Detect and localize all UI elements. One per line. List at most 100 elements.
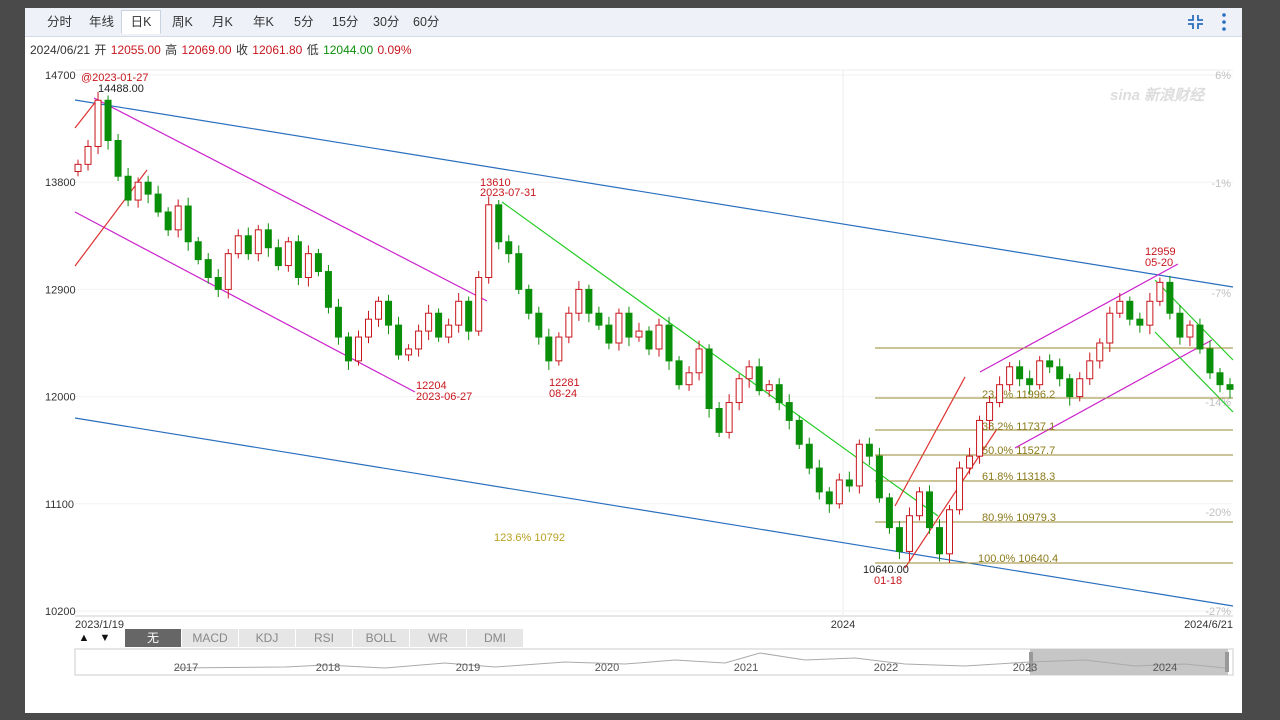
scroll-up-button[interactable]: ▲ [75,629,93,647]
candle-body [1156,281,1164,302]
navigator-year: 2021 [734,662,758,674]
annotation-high-value: 14488.00 [98,83,144,95]
annotation-high2-date: 05-20 [1145,257,1173,269]
candle-body [124,175,132,201]
candle-body [415,330,423,350]
indicator-boll[interactable]: BOLL [353,629,410,647]
candle-body [84,145,92,165]
candle-body [1096,342,1104,362]
candle-body [505,241,513,255]
candle-body [1026,378,1034,386]
candle-body [324,271,332,308]
candle-body [74,163,82,172]
fibonacci-levels: 23.6% 11996.2 38.2% 11737.1 50.0% 11527.… [494,347,1233,565]
candle-body [104,99,112,142]
candle-body [1166,281,1174,314]
chart-panel: 分时 年线 日K 周K 月K 年K 5分 15分 30分 60分 2024/06… [25,8,1242,713]
candle-body [385,300,393,326]
candlestick-series [74,91,1234,563]
candle-body [1176,312,1184,338]
y-tick-label: 12900 [45,284,76,296]
candle-body [885,497,893,529]
candle-body [946,509,954,555]
annotation-low1-date: 2023-06-27 [416,391,472,403]
navigator-year: 2019 [456,662,480,674]
pct-tick-label: -14% [1205,397,1231,409]
candle-body [1196,324,1204,350]
navigator-year: 2020 [595,662,619,674]
navigator-year: 2024 [1153,662,1177,674]
candle-body [375,300,383,320]
fib-label-809: 80.9% 10979.3 [982,512,1056,524]
candle-body [956,467,964,511]
candle-body [174,205,182,231]
indicator-none[interactable]: 无 [125,629,182,647]
indicator-rsi[interactable]: RSI [296,629,353,647]
candle-body [1016,366,1024,380]
x-tick-label: 2024/6/21 [1184,619,1233,631]
scroll-down-button[interactable]: ▼ [96,629,114,647]
red-rise-top [74,99,98,129]
candle-body [405,348,413,356]
candle-body [214,276,222,290]
candle-body [815,467,823,493]
candle-body [1186,324,1194,338]
navigator-selection[interactable] [1030,649,1228,675]
lower-trend-line [74,417,1234,607]
candle-body [635,330,643,338]
pct-tick-label: -7% [1211,288,1231,300]
candle-body [775,384,783,404]
candle-body [94,99,102,147]
candle-body [595,312,603,326]
navigator-right-handle[interactable] [1225,652,1229,672]
candle-body [475,276,483,332]
candle-body [515,253,523,290]
candle-body [224,253,232,290]
candle-body [745,366,753,380]
pct-tick-label: 6% [1215,70,1231,82]
y-tick-label: 12000 [45,392,76,404]
range-navigator[interactable]: 2017 2018 2019 2020 2021 2022 2023 2024 [74,648,1234,676]
candle-body [495,204,503,243]
candle-body [1126,300,1134,320]
candle-body [765,384,773,392]
candle-body [114,140,122,177]
candle-body [695,348,703,374]
candle-body [935,527,943,555]
candle-body [685,372,693,386]
candle-body [1146,300,1154,326]
candle-body [294,241,302,278]
pct-axis-ticks: 6% -1% -7% -14% -20% -27% [1205,70,1231,618]
indicator-kdj[interactable]: KDJ [239,629,296,647]
fib-label-500: 50.0% 11527.7 [982,445,1055,457]
candle-body [675,360,683,386]
candle-body [715,408,723,433]
candle-body [615,312,623,344]
candle-body [755,366,763,392]
candle-body [1006,366,1014,386]
candle-body [234,235,242,255]
annotation-low3-date: 01-18 [874,575,902,587]
watermark-logo: sina 新浪财经 [1110,86,1206,104]
indicator-macd[interactable]: MACD [182,629,239,647]
candle-body [545,336,553,362]
candle-body [365,318,373,338]
candle-body [194,241,202,261]
candle-body [485,204,493,278]
candle-body [164,211,172,231]
candle-body [1116,300,1124,314]
candle-body [184,205,192,243]
indicator-wr[interactable]: WR [410,629,467,647]
candle-body [1056,366,1064,380]
candle-body [725,402,733,433]
candle-body [354,336,362,362]
indicator-dmi[interactable]: DMI [467,629,524,647]
y-axis-ticks: 14700 13800 12900 12000 11100 10200 [45,70,1233,618]
candle-body [645,330,653,350]
kline-chart[interactable]: sina 新浪财经 14700 13800 12900 12000 11100 10200… [25,8,1242,713]
plot-frame [75,69,1233,617]
candle-body [1076,378,1084,398]
fib-label-236: 23.6% 11996.2 [982,389,1055,401]
pct-tick-label: -27% [1205,606,1231,618]
fib-label-382: 38.2% 11737.1 [982,421,1055,433]
